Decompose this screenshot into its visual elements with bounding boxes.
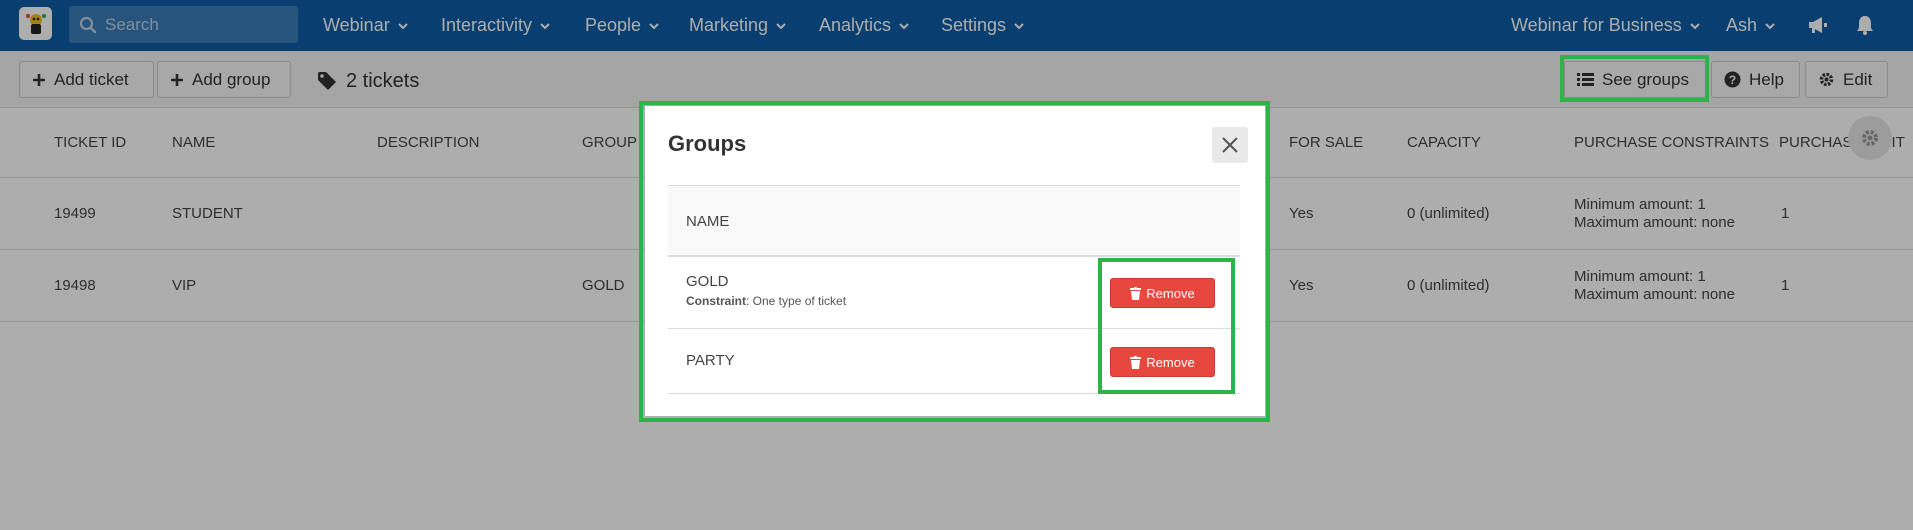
group-constraint: Constraint: One type of ticket <box>686 294 846 308</box>
remove-label: Remove <box>1146 354 1195 370</box>
close-icon <box>1222 137 1238 153</box>
trash-icon <box>1130 355 1142 369</box>
list-item: GOLD Constraint: One type of ticket Remo… <box>668 257 1240 329</box>
modal-title: Groups <box>668 131 747 156</box>
group-name: GOLD <box>686 273 729 290</box>
trash-icon <box>1130 286 1142 300</box>
constraint-value: : One type of ticket <box>746 294 847 308</box>
groups-modal: Groups NAME GOLD Constraint: One type of… <box>645 106 1265 416</box>
list-item: PARTY Remove <box>668 329 1240 394</box>
groups-table: NAME GOLD Constraint: One type of ticket… <box>668 185 1240 394</box>
remove-group-button[interactable]: Remove <box>1110 278 1215 308</box>
constraint-label: Constraint <box>686 294 746 308</box>
remove-group-button[interactable]: Remove <box>1110 347 1215 377</box>
remove-label: Remove <box>1146 285 1195 301</box>
close-button[interactable] <box>1212 127 1248 163</box>
groups-table-header: NAME <box>668 185 1240 257</box>
column-header-name: NAME <box>686 213 730 230</box>
group-name: PARTY <box>686 352 735 369</box>
